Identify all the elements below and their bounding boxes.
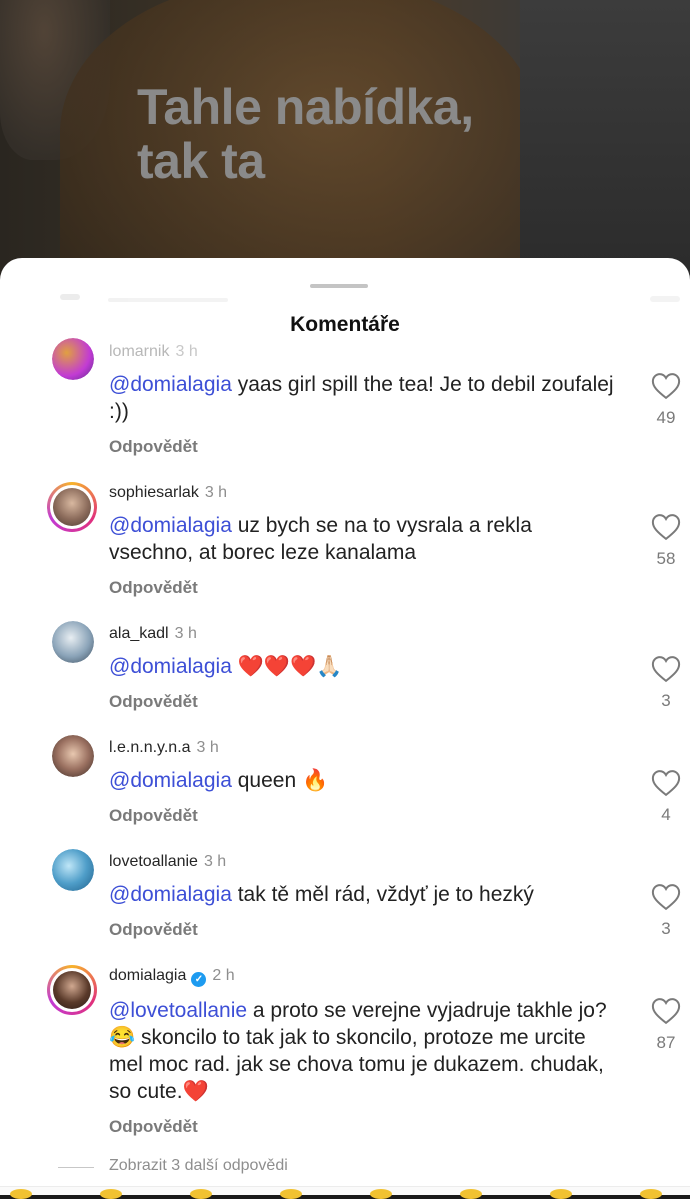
avatar[interactable] [52, 621, 94, 663]
comment-text: @lovetoallanie a proto se verejne vyjadr… [109, 997, 619, 1105]
heart-icon [651, 884, 681, 911]
emoji-icon[interactable] [370, 1189, 392, 1199]
comment-body: queen 🔥 [231, 769, 329, 792]
comment-time: 3 h [174, 625, 197, 642]
emoji-icon[interactable] [10, 1189, 32, 1199]
emoji-icon[interactable] [190, 1189, 212, 1199]
heart-icon [651, 998, 681, 1025]
emoji-icon[interactable] [640, 1189, 662, 1199]
heart-icon [651, 514, 681, 541]
like-button[interactable]: 49 [646, 372, 686, 428]
like-button[interactable]: 3 [646, 655, 686, 711]
comment-mention[interactable]: @domialagia [109, 514, 232, 537]
comment-username[interactable]: ala_kadl [109, 625, 169, 642]
video-background: Tahle nabídka, tak ta [0, 0, 690, 300]
comment-time: 3 h [196, 739, 219, 756]
more-replies-divider [58, 1167, 94, 1168]
reply-button[interactable]: Odpovědět [109, 920, 198, 940]
like-count: 3 [661, 919, 671, 938]
comment-body: ❤️❤️❤️🙏🏻 [231, 655, 343, 678]
like-count: 3 [661, 691, 671, 710]
like-count: 58 [656, 549, 676, 568]
comment-text: @domialagia uz bych se na to vysrala a r… [109, 512, 619, 566]
avatar[interactable] [52, 849, 94, 891]
comment-username[interactable]: lomarnik [109, 343, 169, 360]
comment-meta: lomarnik 3 h [109, 343, 198, 361]
comment-text: @domialagia yaas girl spill the tea! Je … [109, 371, 619, 425]
heart-icon [651, 770, 681, 797]
like-count: 49 [656, 408, 676, 427]
like-button[interactable]: 58 [646, 513, 686, 569]
comment-meta: lovetoallanie 3 h [109, 853, 226, 871]
comment-time: 3 h [175, 343, 198, 360]
like-button[interactable]: 87 [646, 997, 686, 1053]
comment-meta: ala_kadl 3 h [109, 625, 197, 643]
comment-username[interactable]: l.e.n.n.y.n.a [109, 739, 191, 756]
sheet-title: Komentáře [290, 313, 400, 336]
video-caption: Tahle nabídka, tak ta [137, 80, 474, 188]
emoji-icon[interactable] [460, 1189, 482, 1199]
comment-mention[interactable]: @domialagia [109, 373, 232, 396]
comment-mention[interactable]: @domialagia [109, 769, 232, 792]
video-door [520, 0, 690, 300]
heart-icon [651, 656, 681, 683]
avatar[interactable] [52, 735, 94, 777]
comment-time: 2 h [212, 967, 235, 984]
reply-button[interactable]: Odpovědět [109, 437, 198, 457]
comment-meta: domialagia ✓ 2 h [109, 967, 235, 987]
like-count: 87 [656, 1033, 676, 1052]
comment-text: @domialagia tak tě měl rád, vždyť je to … [109, 881, 619, 908]
comment-meta: sophiesarlak 3 h [109, 484, 227, 502]
avatar[interactable] [52, 338, 94, 380]
like-button[interactable]: 3 [646, 883, 686, 939]
comment-username[interactable]: domialagia [109, 967, 186, 984]
emoji-icon[interactable] [100, 1189, 122, 1199]
heart-icon [651, 373, 681, 400]
like-count: 4 [661, 805, 671, 824]
reply-button[interactable]: Odpovědět [109, 806, 198, 826]
comment-text: @domialagia ❤️❤️❤️🙏🏻 [109, 653, 619, 680]
comment-username[interactable]: sophiesarlak [109, 484, 199, 501]
verified-badge-icon: ✓ [191, 972, 207, 987]
video-caption-line2: tak ta [137, 133, 265, 189]
avatar[interactable] [47, 482, 97, 532]
comment-meta: l.e.n.n.y.n.a 3 h [109, 739, 219, 757]
comment-username[interactable]: lovetoallanie [109, 853, 198, 870]
comment-mention[interactable]: @lovetoallanie [109, 999, 247, 1022]
like-button[interactable]: 4 [646, 769, 686, 825]
comment-time: 3 h [204, 484, 228, 501]
reply-button[interactable]: Odpovědět [109, 578, 198, 598]
avatar[interactable] [47, 965, 97, 1015]
comment-mention[interactable]: @domialagia [109, 883, 232, 906]
comment-body: tak tě měl rád, vždyť je to hezký [231, 883, 534, 906]
video-caption-line1: Tahle nabídka, [137, 79, 474, 135]
emoji-icon[interactable] [280, 1189, 302, 1199]
comment-time: 3 h [203, 853, 227, 870]
comment-mention[interactable]: @domialagia [109, 655, 232, 678]
view-more-replies-button[interactable]: Zobrazit 3 další odpovědi [109, 1157, 288, 1175]
reply-button[interactable]: Odpovědět [109, 692, 198, 712]
comment-text: @domialagia queen 🔥 [109, 767, 619, 794]
obscured-row [0, 288, 690, 308]
reply-button[interactable]: Odpovědět [109, 1117, 198, 1137]
emoji-icon[interactable] [550, 1189, 572, 1199]
